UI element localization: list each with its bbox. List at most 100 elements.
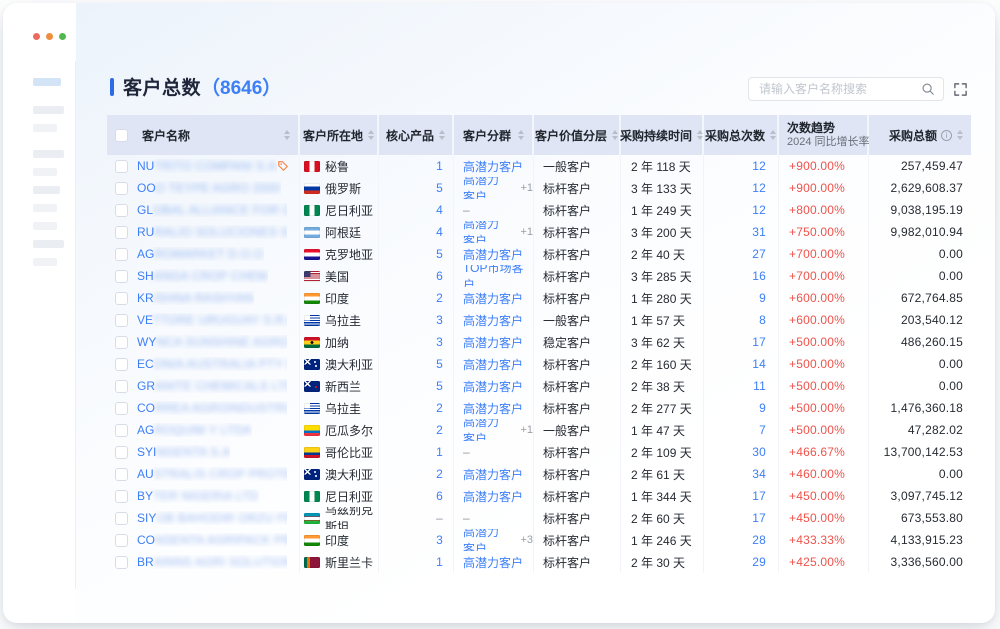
tag-icon[interactable]	[277, 160, 289, 172]
sort-caret-icon[interactable]	[612, 130, 618, 140]
customer-name-link[interactable]: NUTRITO COMPANI S.A.C	[137, 159, 277, 173]
customer-name-link[interactable]: VETTORE URUGUAY S.R.L	[137, 313, 287, 327]
row-checkbox[interactable]	[115, 490, 128, 503]
name-redacted-text: ROQUIM Y LTDA	[154, 423, 251, 437]
name-visible-prefix: BR	[137, 555, 154, 569]
column-header-purchase_count[interactable]: 采购总次数	[704, 115, 779, 155]
row-checkbox[interactable]	[115, 358, 128, 371]
growth-rate: +466.67%	[789, 445, 845, 459]
customer-segment-link[interactable]: 高潜力客户	[463, 554, 523, 571]
column-header-name[interactable]: 客户名称	[107, 115, 300, 155]
column-header-amount[interactable]: 采购总额i	[869, 115, 971, 155]
row-checkbox[interactable]	[115, 556, 128, 569]
customer-name-link[interactable]: BYTER NIGERIA LTD	[137, 489, 259, 503]
row-checkbox[interactable]	[115, 226, 128, 239]
core-products-count: –	[436, 511, 443, 525]
customer-segment-link[interactable]: 高潜力客户	[463, 488, 523, 505]
customer-name-link[interactable]: AUSTRALIS CROP PROTECTIONP...	[137, 467, 287, 481]
minimize-window-icon[interactable]	[46, 33, 53, 40]
row-checkbox[interactable]	[115, 160, 128, 173]
customer-name-link[interactable]: SHANGA CROP CHEM	[137, 269, 268, 283]
sort-caret-icon[interactable]	[770, 130, 776, 140]
customer-segment-link[interactable]: 高潜力客户	[463, 356, 523, 373]
customer-name-link[interactable]: AGROMARKET D.O.O	[137, 247, 264, 261]
customer-name-link[interactable]: WYNCA SUNSHINE AGRO PRODU...	[137, 335, 287, 349]
customer-name-link[interactable]: CORREA AGROINDUSTRIA & AGR...	[137, 401, 287, 415]
row-checkbox[interactable]	[115, 270, 128, 283]
value-tier: 标杆客户	[543, 378, 591, 395]
country-name: 厄瓜多尔	[325, 422, 373, 439]
core-products-count: 2	[436, 401, 443, 415]
country-flag-UY	[304, 315, 320, 326]
column-header-trend[interactable]: 次数趋势2024 同比增长率	[779, 115, 869, 155]
customer-name-link[interactable]: GLOBAL ALLIANCE FOR CHEMICA...	[137, 203, 287, 217]
customer-segment-link[interactable]: 高潜力客户	[463, 312, 523, 329]
expand-fullscreen-icon[interactable]	[953, 82, 968, 97]
row-checkbox[interactable]	[115, 182, 128, 195]
customer-name-link[interactable]: GRANITE CHEMICALS LTD	[137, 379, 287, 393]
row-checkbox[interactable]	[115, 380, 128, 393]
row-checkbox[interactable]	[115, 292, 128, 305]
row-checkbox[interactable]	[115, 248, 128, 261]
customer-segment-link[interactable]: 高潜力客户	[463, 400, 523, 417]
close-window-icon[interactable]	[33, 33, 40, 40]
row-checkbox[interactable]	[115, 534, 128, 547]
country-name: 美国	[325, 268, 349, 285]
table-row: RURALIO SOLUCIONES S.A阿根廷4高潜力客户+1标杆客户3 年…	[107, 221, 971, 243]
customer-segment-link[interactable]: TOP市场客户	[463, 265, 533, 287]
sort-caret-icon[interactable]	[439, 130, 445, 140]
customer-name-link[interactable]: SYINGENTA S.A	[137, 445, 230, 459]
sort-caret-icon[interactable]	[284, 130, 290, 140]
customer-name-link[interactable]: BRAINNS AGRI SOLUTIONS PVT LTD	[137, 555, 287, 569]
sort-caret-icon[interactable]	[518, 130, 524, 140]
search-icon[interactable]	[921, 82, 935, 96]
customer-segment-link[interactable]: 高潜力客户	[463, 334, 523, 351]
customer-name-link[interactable]: ECONIA AUSTRALIA PTY LIMITEO	[137, 357, 287, 371]
customer-segment-link[interactable]: 高潜力客户	[463, 466, 523, 483]
row-checkbox[interactable]	[115, 424, 128, 437]
customer-name-link[interactable]: CONSENTA AGRIPACK PRIVATEE ...	[137, 533, 287, 547]
search-input[interactable]	[759, 82, 921, 96]
name-redacted-text: ISHNA RASHYAN	[154, 291, 254, 305]
column-header-value_tier[interactable]: 客户价值分层	[534, 115, 621, 155]
customer-name-link[interactable]: AGROQUIM Y LTDA	[137, 423, 252, 437]
sidebar-skeleton-bar	[33, 168, 57, 176]
purchase-duration: 2 年 60 天	[631, 510, 685, 527]
row-checkbox[interactable]	[115, 446, 128, 459]
sort-up-icon	[368, 130, 374, 134]
customer-name-link[interactable]: KRISHNA RASHYAN	[137, 291, 254, 305]
customer-segment-link[interactable]: 高潜力客户	[463, 177, 510, 199]
customer-name-link[interactable]: RURALIO SOLUCIONES S.A	[137, 225, 287, 239]
column-header-location[interactable]: 客户所在地	[300, 115, 379, 155]
customer-segment-link[interactable]: 高潜力客户	[463, 246, 523, 263]
customer-name-link[interactable]: SIYOB BAHODIR ORZU FERMERX...	[137, 511, 287, 525]
row-checkbox[interactable]	[115, 204, 128, 217]
sort-caret-icon[interactable]	[368, 130, 374, 140]
row-checkbox[interactable]	[115, 314, 128, 327]
column-header-core_products[interactable]: 核心产品	[379, 115, 454, 155]
customer-segment-link[interactable]: 高潜力客户	[463, 378, 523, 395]
row-checkbox[interactable]	[115, 336, 128, 349]
customer-segment-link[interactable]: 高潜力客户	[463, 529, 510, 551]
row-checkbox[interactable]	[115, 468, 128, 481]
row-checkbox[interactable]	[115, 402, 128, 415]
core-products-count: 5	[436, 379, 443, 393]
customer-segment-link[interactable]: 高潜力客户	[463, 419, 510, 441]
column-header-segment[interactable]: 客户分群	[454, 115, 534, 155]
info-icon[interactable]: i	[941, 130, 952, 141]
customer-segment-link[interactable]: 高潜力客户	[463, 158, 523, 175]
customer-segment-link[interactable]: 高潜力客户	[463, 290, 523, 307]
customer-name-link[interactable]: OOO TEYPE AGRO 2000	[137, 181, 281, 195]
name-redacted-text: RALIO SOLUCIONES S.A	[154, 225, 287, 239]
select-all-checkbox[interactable]	[115, 129, 128, 142]
maximize-window-icon[interactable]	[59, 33, 66, 40]
column-header-duration[interactable]: 采购持续时间	[621, 115, 704, 155]
sidebar-skeleton-bar	[33, 258, 57, 266]
customer-segment-link[interactable]: 高潜力客户	[463, 221, 510, 243]
purchase-count: 11	[753, 379, 766, 393]
core-products-count: 6	[436, 269, 443, 283]
sort-caret-icon[interactable]	[697, 130, 703, 140]
value-tier: 标杆客户	[543, 488, 591, 505]
row-checkbox[interactable]	[115, 512, 128, 525]
sort-caret-icon[interactable]	[957, 130, 963, 140]
